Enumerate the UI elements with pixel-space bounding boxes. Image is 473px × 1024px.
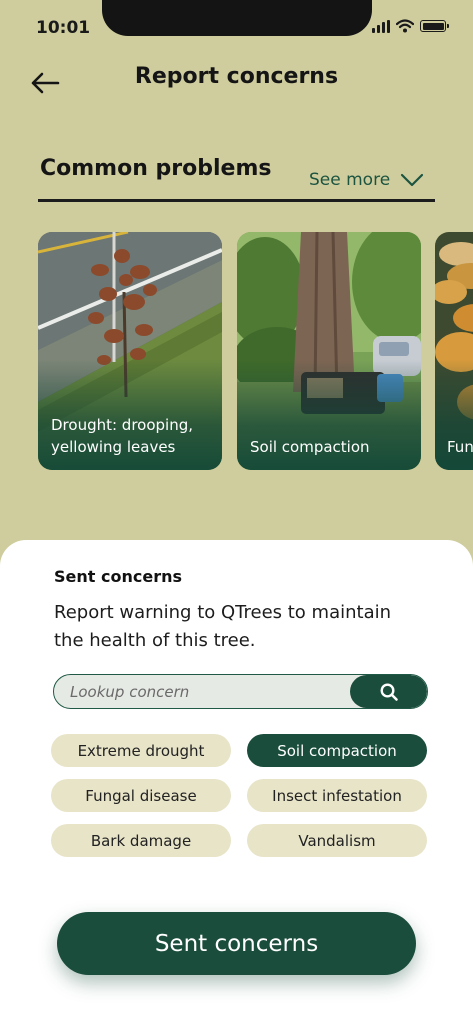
concerns-sheet: Sent concerns Report warning to QTrees t… [0, 540, 473, 1024]
signal-icon [372, 19, 390, 33]
wifi-icon [396, 19, 414, 33]
problem-card-label: Drought: drooping, yellowing leaves [51, 416, 194, 456]
chip-extreme-drought[interactable]: Extreme drought [51, 734, 231, 767]
section-title: Common problems [40, 156, 272, 181]
page-title: Report concerns [134, 64, 339, 89]
search-bar [53, 674, 428, 709]
battery-icon [420, 20, 449, 32]
see-more-label: See more [309, 170, 391, 190]
problem-card-drought[interactable]: Drought: drooping, yellowing leaves [38, 232, 222, 470]
section-divider [38, 199, 435, 202]
chip-vandalism[interactable]: Vandalism [247, 824, 427, 857]
chip-soil-compaction[interactable]: Soil compaction [247, 734, 427, 767]
search-icon [379, 682, 398, 701]
see-more-button[interactable]: See more [309, 170, 424, 190]
chip-bark-damage[interactable]: Bark damage [51, 824, 231, 857]
chip-fungal-disease[interactable]: Fungal disease [51, 779, 231, 812]
problem-card-fungal-disease[interactable]: Fungal disease [435, 232, 473, 470]
top-area: 10:01 Report concerns Common problems Se… [0, 0, 473, 620]
problem-card-soil-compaction[interactable]: Soil compaction [237, 232, 421, 470]
sheet-title: Sent concerns [54, 567, 182, 586]
chevron-down-icon [401, 173, 424, 187]
problem-card-label: Soil compaction [250, 438, 370, 456]
status-icons [372, 19, 449, 33]
send-concerns-button[interactable]: Sent concerns [57, 912, 416, 975]
status-time: 10:01 [36, 18, 91, 38]
chip-insect-infestation[interactable]: Insect infestation [247, 779, 427, 812]
problem-card-label: Fungal disease [447, 438, 473, 456]
notch [102, 0, 372, 36]
search-button[interactable] [350, 675, 427, 708]
sheet-description: Report warning to QTrees to maintain the… [54, 602, 392, 651]
search-input[interactable] [54, 675, 354, 708]
